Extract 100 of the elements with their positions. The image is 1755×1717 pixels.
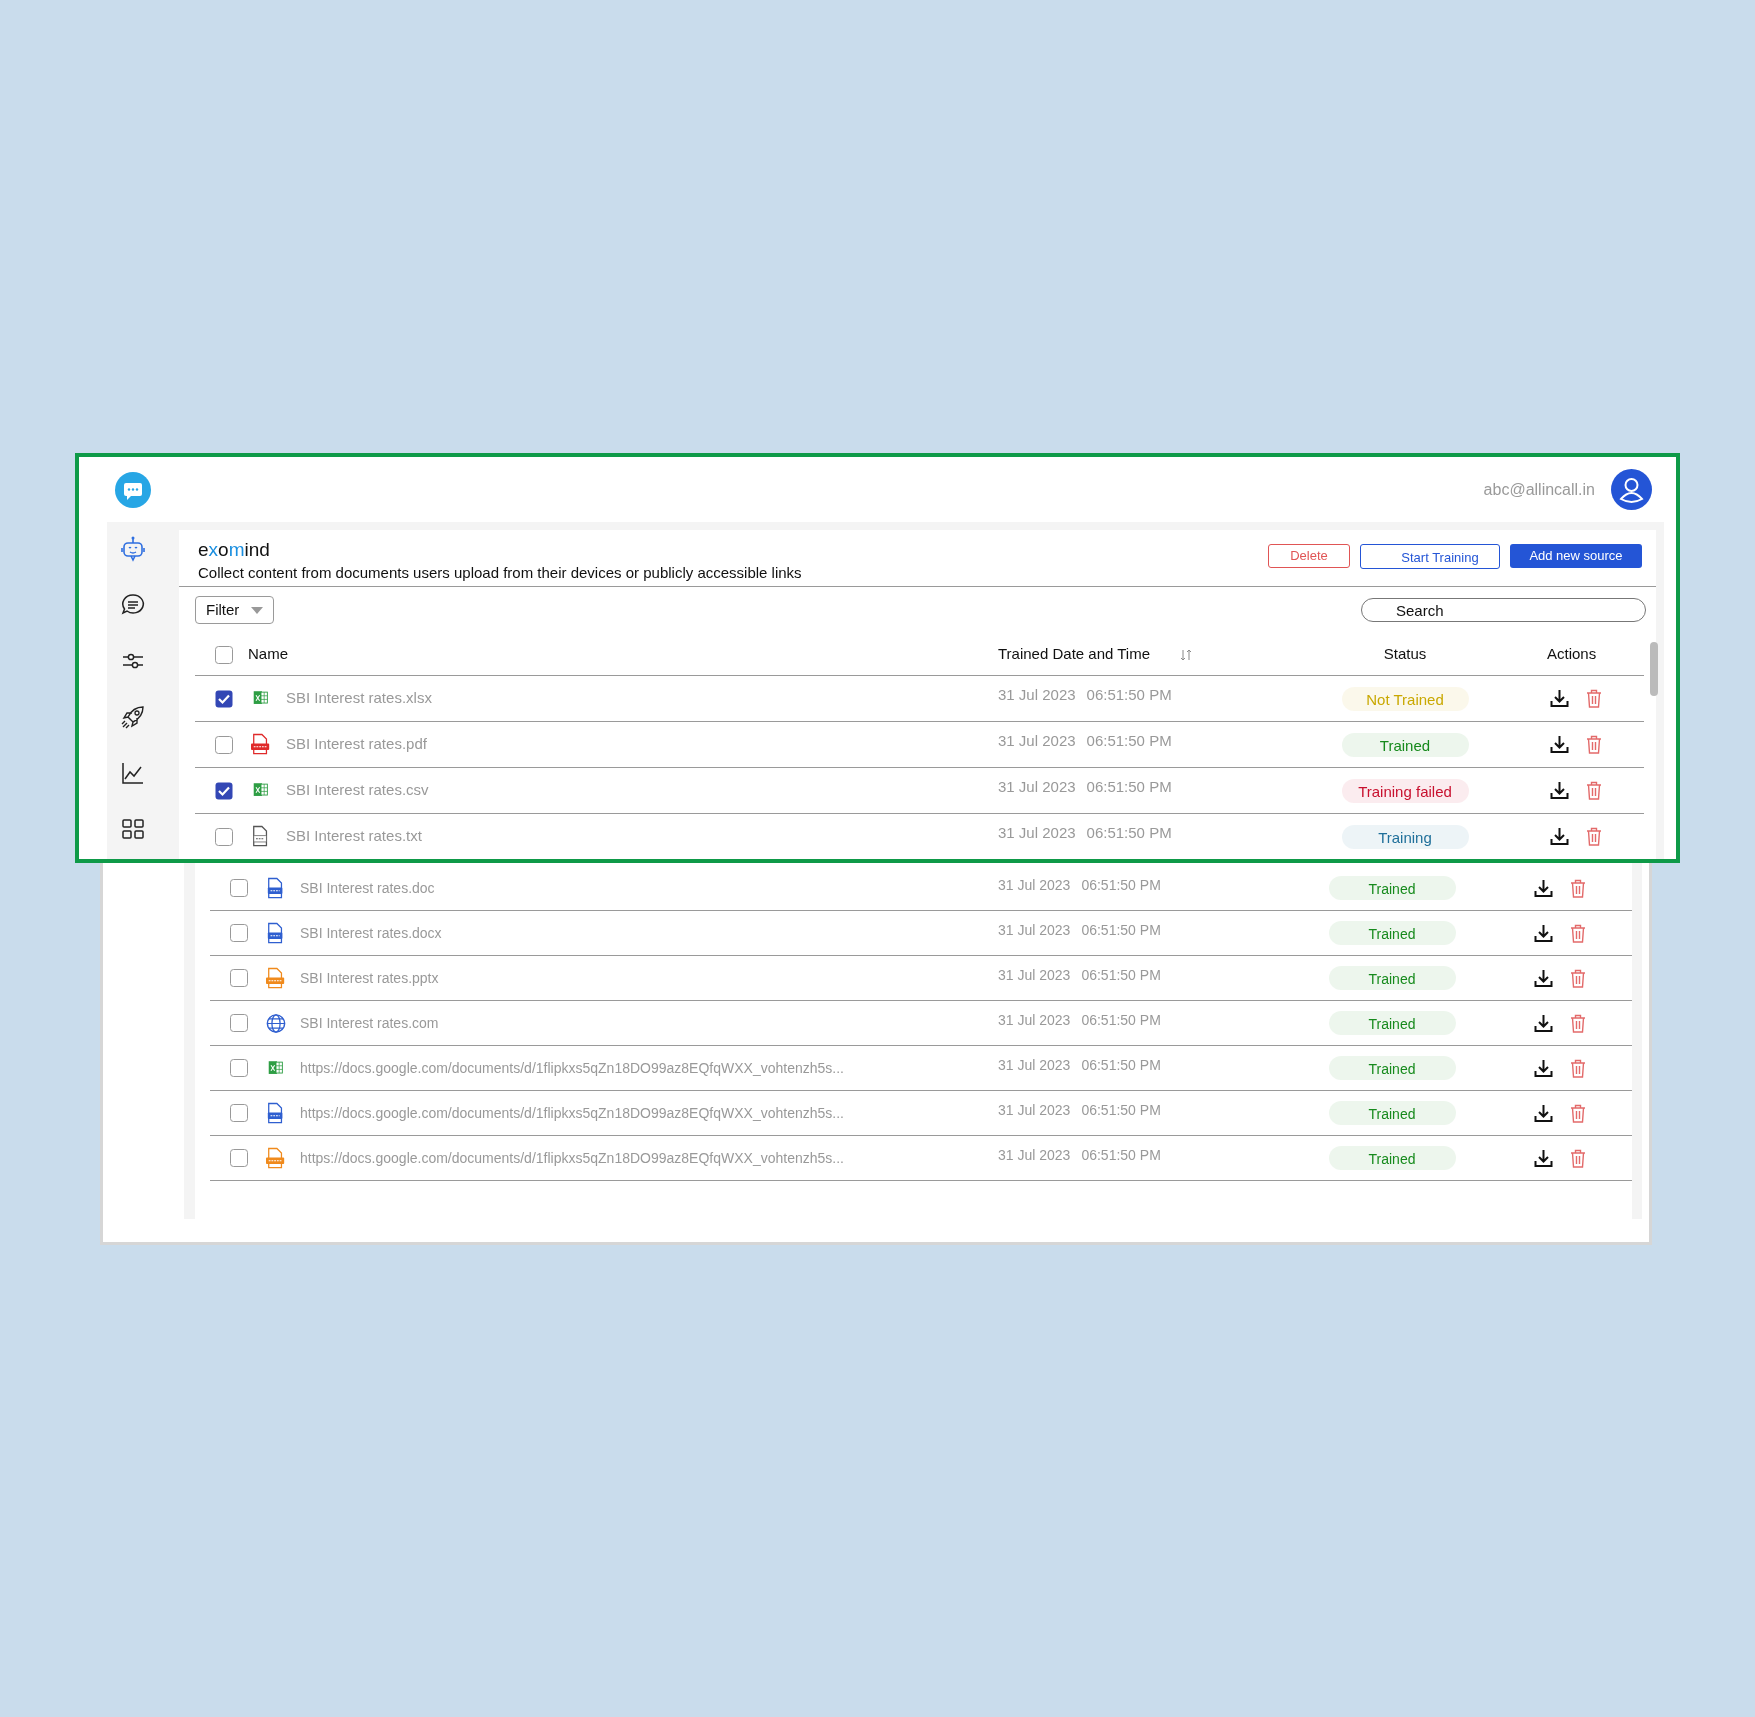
trash-icon[interactable] (1586, 827, 1602, 846)
chat-logo-icon[interactable] (115, 471, 151, 508)
status-label: Trained (1328, 966, 1456, 990)
add-source-button[interactable]: Add new source (1510, 544, 1642, 568)
checkbox[interactable] (215, 827, 233, 846)
time-text: 06:51:50 PM (1086, 777, 1172, 798)
file-name[interactable]: https://docs.google.com/documents/d/1flipkxs5qZn18DO99az8EQfqWXX_vohtenzh5s... (300, 1102, 998, 1124)
checkbox[interactable] (215, 781, 233, 800)
date-text: 31 Jul 2023 (998, 965, 1071, 985)
checkbox[interactable] (215, 689, 233, 708)
rocket-icon[interactable] (119, 703, 147, 731)
file-name[interactable]: https://docs.google.com/documents/d/1flipkxs5qZn18DO99az8EQfqWXX_vohtenzh5s... (300, 1147, 998, 1169)
user-avatar-icon[interactable] (1611, 469, 1652, 510)
status-label: Trained (1328, 876, 1456, 900)
time-text: 06:51:50 PM (1081, 1055, 1161, 1075)
status-label: Not Trained (1341, 686, 1469, 711)
status-label: Trained (1328, 921, 1456, 945)
status-label: Trained (1328, 1011, 1456, 1035)
time-text: 06:51:50 PM (1086, 685, 1172, 706)
date-text: 31 Jul 2023 (998, 823, 1076, 844)
trash-icon[interactable] (1570, 1058, 1586, 1078)
presentation-icon (266, 1146, 286, 1170)
checkbox[interactable] (215, 735, 233, 754)
globe-icon (266, 1011, 286, 1035)
delete-button[interactable]: Delete (1268, 544, 1350, 568)
time-text: 06:51:50 PM (1081, 920, 1161, 940)
trash-icon[interactable] (1570, 1148, 1586, 1168)
time-text: 06:51:50 PM (1081, 875, 1161, 895)
date-text: 31 Jul 2023 (998, 1100, 1071, 1120)
brand-title: exomind (198, 538, 271, 562)
time-text: 06:51:50 PM (1086, 731, 1172, 752)
user-email: abc@allincall.in (1483, 479, 1595, 500)
file-name[interactable]: SBI Interest rates.xlsx (286, 687, 998, 710)
status-label: Trained (1328, 1056, 1456, 1080)
status-label: Training failed (1341, 778, 1469, 803)
trash-icon[interactable] (1570, 1013, 1586, 1033)
checkbox[interactable] (230, 879, 248, 897)
checkbox[interactable] (230, 1149, 248, 1167)
download-icon[interactable] (1534, 878, 1553, 898)
download-icon[interactable] (1534, 1148, 1553, 1168)
file-name[interactable]: SBI Interest rates.pdf (286, 733, 998, 756)
file-name[interactable]: SBI Interest rates.txt (286, 825, 998, 848)
time-text: 06:51:50 PM (1081, 1145, 1161, 1165)
column-header: Actions (1546, 644, 1598, 665)
date-text: 31 Jul 2023 (998, 875, 1071, 895)
download-icon[interactable] (1534, 968, 1553, 988)
column-header: Status (1382, 644, 1428, 665)
checkbox[interactable] (230, 1104, 248, 1122)
status-label: Trained (1328, 1146, 1456, 1170)
trash-icon[interactable] (1570, 968, 1586, 988)
start-training-button[interactable]: Start Training (1360, 544, 1500, 569)
download-icon[interactable] (1534, 1013, 1553, 1033)
checkbox[interactable] (215, 645, 233, 664)
status-label: Trained (1328, 1101, 1456, 1125)
checkbox[interactable] (230, 969, 248, 987)
date-text: 31 Jul 2023 (998, 1055, 1071, 1075)
download-icon[interactable] (1534, 1058, 1553, 1078)
date-text: 31 Jul 2023 (998, 920, 1071, 940)
date-text: 31 Jul 2023 (998, 777, 1076, 798)
search-field[interactable]: Search (1361, 598, 1646, 622)
column-header: Name (248, 644, 289, 665)
filter-dropdown[interactable]: Filter (195, 596, 275, 624)
trash-icon[interactable] (1570, 878, 1586, 898)
column-header: Trained Date and Time (998, 644, 1151, 665)
date-text: 31 Jul 2023 (998, 1010, 1071, 1030)
download-icon[interactable] (1550, 735, 1569, 754)
file-name[interactable]: SBI Interest rates.csv (286, 779, 998, 802)
download-icon[interactable] (1534, 1103, 1553, 1123)
download-icon[interactable] (1550, 827, 1569, 846)
robot-icon[interactable] (119, 535, 147, 563)
checkbox[interactable] (230, 1059, 248, 1077)
file-name[interactable]: SBI Interest rates.com (300, 1012, 998, 1034)
checkbox[interactable] (230, 1014, 248, 1032)
time-text: 06:51:50 PM (1081, 965, 1161, 985)
download-icon[interactable] (1534, 923, 1553, 943)
time-text: 06:51:50 PM (1081, 1100, 1161, 1120)
date-text: 31 Jul 2023 (998, 731, 1076, 752)
trash-icon[interactable] (1586, 689, 1602, 708)
status-label: Training (1341, 824, 1469, 849)
trash-icon[interactable] (1586, 781, 1602, 800)
download-icon[interactable] (1550, 781, 1569, 800)
file-name[interactable]: SBI Interest rates.pptx (300, 967, 998, 989)
status-label: Trained (1341, 732, 1469, 757)
time-text: 06:51:50 PM (1086, 823, 1172, 844)
file-name[interactable]: SBI Interest rates.docx (300, 922, 998, 944)
trash-icon[interactable] (1586, 735, 1602, 754)
page-subtitle: Collect content from documents users upload from their devices or publicly accessible links (198, 563, 802, 583)
sort-icon[interactable] (1180, 648, 1193, 661)
scrollbar-thumb[interactable] (1650, 642, 1658, 696)
date-text: 31 Jul 2023 (998, 685, 1076, 706)
trash-icon[interactable] (1570, 923, 1586, 943)
file-name[interactable]: https://docs.google.com/documents/d/1flipkxs5qZn18DO99az8EQfqWXX_vohtenzh5s... (300, 1057, 998, 1079)
caret-icon (251, 606, 264, 614)
download-icon[interactable] (1550, 689, 1569, 708)
trash-icon[interactable] (1570, 1103, 1586, 1123)
pdf-file-icon (251, 733, 271, 756)
checkbox[interactable] (230, 924, 248, 942)
file-name[interactable]: SBI Interest rates.doc (300, 877, 998, 899)
date-text: 31 Jul 2023 (998, 1145, 1071, 1165)
presentation-icon (266, 966, 286, 990)
